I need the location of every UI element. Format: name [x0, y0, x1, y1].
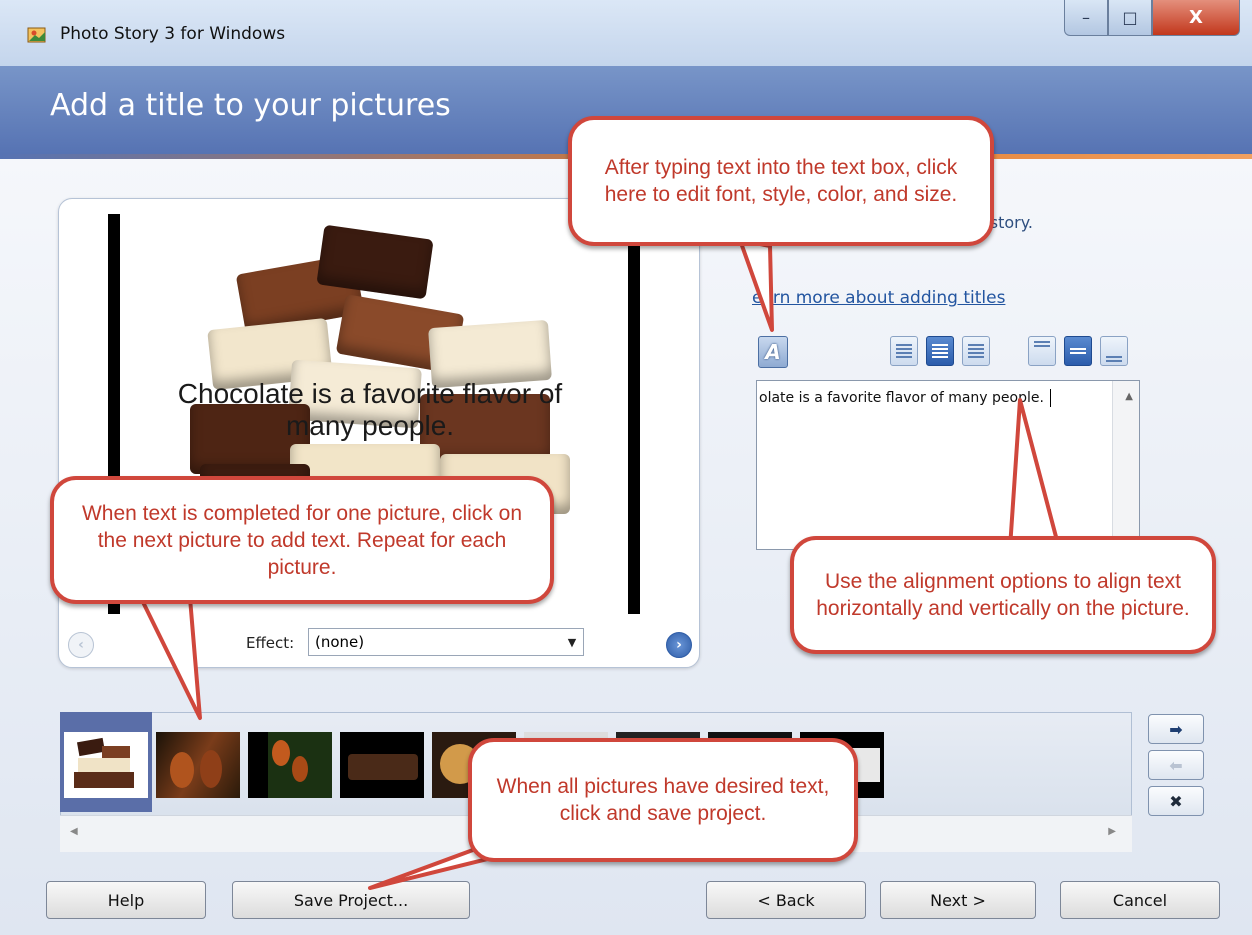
thumbnail-chocolate[interactable]	[64, 732, 148, 798]
save-project-button[interactable]: Save Project...	[232, 881, 470, 919]
thumbnail-cacao-pods[interactable]	[156, 732, 240, 798]
preview-caption: Chocolate is a favorite flavor of many p…	[177, 378, 563, 441]
font-button[interactable]: A	[758, 336, 788, 368]
close-button[interactable]: X	[1152, 0, 1240, 36]
font-icon: A	[765, 340, 781, 364]
callout-save: When all pictures have desired text, cli…	[468, 738, 858, 862]
scroll-left-icon[interactable]: ◀	[70, 826, 78, 837]
learn-more-link[interactable]: earn more about adding titles	[752, 288, 1005, 308]
photo-story-icon	[26, 24, 48, 46]
effect-value: (none)	[315, 633, 365, 651]
effect-select[interactable]: (none) ▼	[308, 628, 584, 656]
align-top-icon	[1034, 341, 1050, 347]
window-controls: – □ X	[1064, 0, 1240, 38]
align-middle-icon	[1070, 348, 1086, 354]
effect-label: Effect:	[246, 634, 295, 652]
align-center-icon	[932, 344, 948, 358]
align-center-button[interactable]	[926, 336, 954, 366]
align-left-button[interactable]	[890, 336, 918, 366]
text-caret	[1049, 389, 1051, 407]
move-left-button[interactable]: ⬅	[1148, 750, 1204, 780]
callout-next-picture: When text is completed for one picture, …	[50, 476, 554, 604]
textbox-scrollbar[interactable]: ▲	[1112, 381, 1139, 549]
title-text-input[interactable]: olate is a favorite flavor of many peopl…	[756, 380, 1140, 550]
help-button[interactable]: Help	[46, 881, 206, 919]
align-bottom-button[interactable]	[1100, 336, 1128, 366]
remove-picture-button[interactable]: ✖	[1148, 786, 1204, 816]
text-toolbar: A	[756, 336, 1146, 372]
cancel-button[interactable]: Cancel	[1060, 881, 1220, 919]
align-right-button[interactable]	[962, 336, 990, 366]
scroll-right-icon[interactable]: ▶	[1108, 826, 1116, 837]
next-picture-button[interactable]: ›	[666, 632, 692, 658]
effect-row: ‹ Effect: (none) ▼ ›	[60, 624, 696, 664]
callout-font: After typing text into the text box, cli…	[568, 116, 994, 246]
maximize-button[interactable]: □	[1108, 0, 1152, 36]
align-right-icon	[968, 344, 984, 358]
arrow-right-icon: ➡	[1169, 719, 1183, 739]
previous-picture-button[interactable]: ‹	[68, 632, 94, 658]
title-text-value: olate is a favorite flavor of many peopl…	[759, 390, 1044, 406]
back-button[interactable]: < Back	[706, 881, 866, 919]
align-top-button[interactable]	[1028, 336, 1056, 366]
page-title: Add a title to your pictures	[50, 88, 451, 123]
align-middle-button[interactable]	[1064, 336, 1092, 366]
window-title: Photo Story 3 for Windows	[60, 24, 286, 44]
align-bottom-icon	[1106, 356, 1122, 362]
next-button[interactable]: Next >	[880, 881, 1036, 919]
align-left-icon	[896, 344, 912, 358]
scroll-up-icon[interactable]: ▲	[1125, 391, 1133, 402]
chevron-down-icon: ▼	[567, 635, 577, 649]
callout-alignment: Use the alignment options to align text …	[790, 536, 1216, 654]
thumbnail-cacao-tree[interactable]	[248, 732, 332, 798]
arrow-left-icon: ⬅	[1169, 755, 1183, 775]
move-right-button[interactable]: ➡	[1148, 714, 1204, 744]
thumbnail-brownies[interactable]	[340, 732, 424, 798]
remove-icon: ✖	[1169, 791, 1183, 811]
minimize-button[interactable]: –	[1064, 0, 1108, 36]
